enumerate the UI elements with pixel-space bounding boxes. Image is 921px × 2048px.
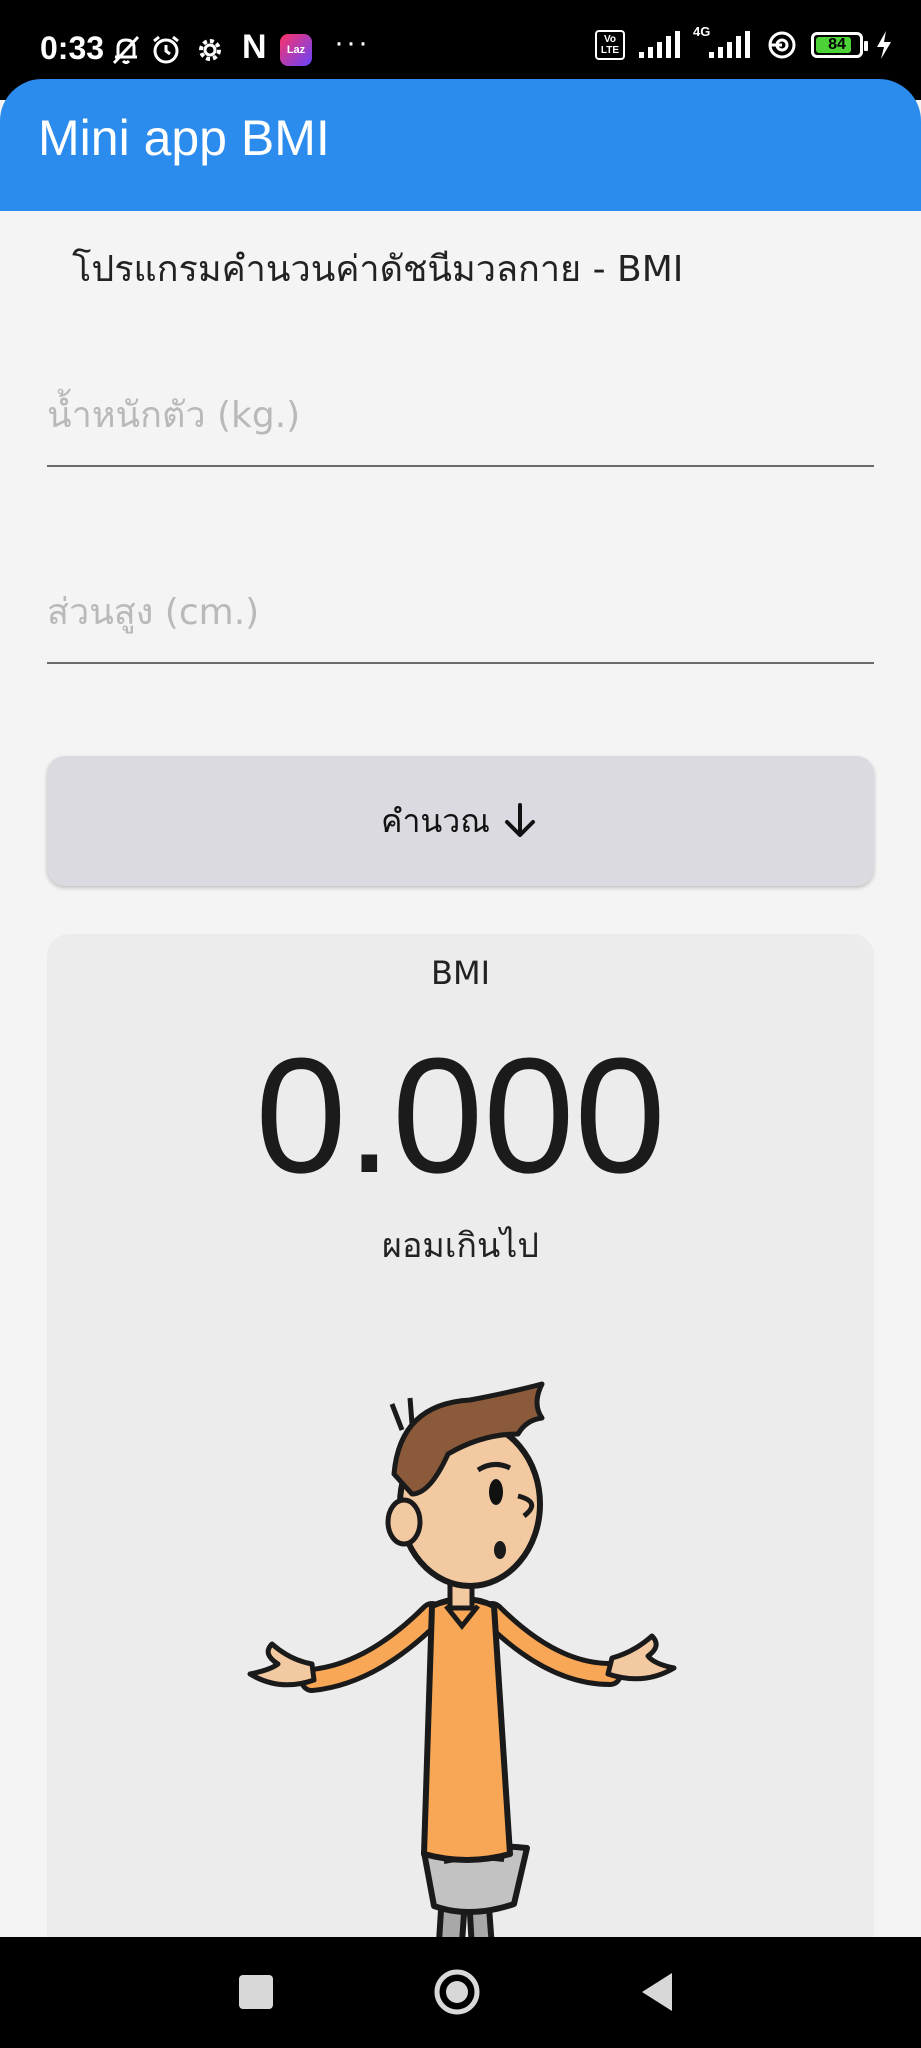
volte-icon: Vo LTE <box>595 30 625 60</box>
signal-4g-icon: 4G <box>693 24 753 60</box>
more-icon: ··· <box>334 26 370 59</box>
weight-field[interactable] <box>47 365 874 467</box>
status-right-icons: Vo LTE 4G 84 <box>595 24 893 60</box>
bmi-value: 0.000 <box>255 1024 666 1207</box>
app-bar: Mini app BMI <box>0 79 921 211</box>
mute-icon <box>112 35 140 65</box>
result-card: BMI 0.000 ผอมเกินไป <box>47 934 874 2048</box>
height-field[interactable] <box>47 562 874 664</box>
battery-icon: 84 <box>811 32 868 58</box>
calculate-button-label: คำนวณ <box>381 801 490 840</box>
battery-level: 84 <box>828 36 846 53</box>
calculate-button[interactable]: คำนวณ <box>47 756 874 886</box>
back-button[interactable] <box>636 1967 680 2017</box>
signal-icon <box>639 31 680 58</box>
bmi-status: ผอมเกินไป <box>382 1226 539 1266</box>
status-time: 0:33 <box>40 30 105 66</box>
data-saver-icon <box>768 31 796 59</box>
navigation-bar <box>0 1937 921 2048</box>
alarm-icon <box>153 35 179 64</box>
charging-icon <box>877 31 891 59</box>
arrow-down-icon <box>504 803 535 837</box>
home-button[interactable] <box>432 1967 482 2017</box>
weight-input[interactable] <box>47 365 874 465</box>
settings-icon <box>199 39 221 61</box>
netflix-icon: N <box>242 28 267 66</box>
height-input[interactable] <box>47 562 874 662</box>
recents-button[interactable] <box>236 1967 276 2017</box>
page-subtitle: โปรแกรมคำนวนค่าดัชนีมวลกาย - BMI <box>72 249 684 290</box>
app-title: Mini app BMI <box>38 110 330 166</box>
lazada-icon: Laz <box>280 34 312 66</box>
bmi-label: BMI <box>431 954 490 992</box>
